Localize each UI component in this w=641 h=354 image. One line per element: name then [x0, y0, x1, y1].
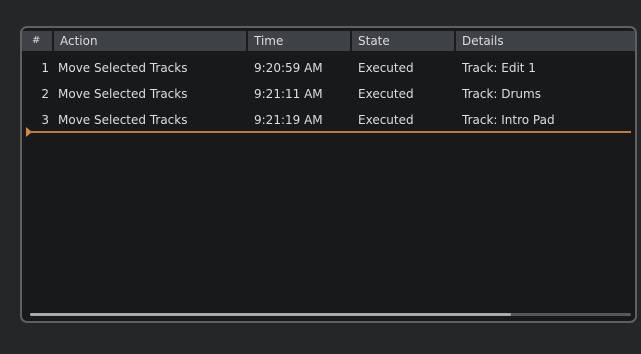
row-number: 1: [41, 61, 49, 75]
table-row[interactable]: 3 Move Selected Tracks 9:21:19 AM Execut…: [22, 107, 635, 133]
column-header-state[interactable]: State: [352, 31, 456, 51]
history-cursor-line[interactable]: [30, 131, 631, 133]
history-list-panel: # Action Time State Details 1 Move Selec…: [20, 26, 637, 323]
table-header: # Action Time State Details: [22, 31, 635, 51]
column-header-time[interactable]: Time: [248, 31, 352, 51]
row-action: Move Selected Tracks: [58, 61, 188, 75]
row-time: 9:20:59 AM: [254, 61, 323, 75]
column-header-action[interactable]: Action: [54, 31, 248, 51]
table-row[interactable]: 1 Move Selected Tracks 9:20:59 AM Execut…: [22, 55, 635, 81]
row-action: Move Selected Tracks: [58, 87, 188, 101]
row-state: Executed: [358, 87, 414, 101]
scrollbar-thumb[interactable]: [30, 313, 511, 316]
history-rows: 1 Move Selected Tracks 9:20:59 AM Execut…: [22, 55, 635, 133]
row-details: Track: Edit 1: [462, 61, 536, 75]
row-action: Move Selected Tracks: [58, 113, 188, 127]
row-state: Executed: [358, 113, 414, 127]
row-details: Track: Intro Pad: [462, 113, 555, 127]
table-row[interactable]: 2 Move Selected Tracks 9:21:11 AM Execut…: [22, 81, 635, 107]
edit-history-window: # Action Time State Details 1 Move Selec…: [0, 0, 641, 354]
row-state: Executed: [358, 61, 414, 75]
row-number: 2: [41, 87, 49, 101]
column-header-number[interactable]: #: [22, 31, 54, 51]
row-details: Track: Drums: [462, 87, 541, 101]
column-header-details[interactable]: Details: [456, 31, 635, 51]
row-time: 9:21:11 AM: [254, 87, 323, 101]
row-time: 9:21:19 AM: [254, 113, 323, 127]
horizontal-scrollbar[interactable]: [30, 313, 631, 316]
